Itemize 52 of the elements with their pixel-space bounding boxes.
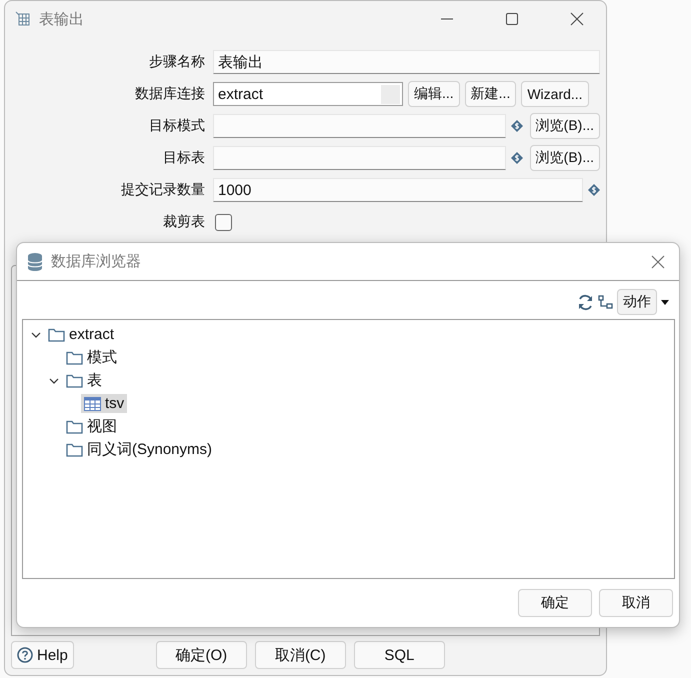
field-label: 提交记录数量 [120, 181, 205, 199]
table-icon [84, 396, 101, 410]
form-button[interactable]: 新建... [464, 81, 516, 107]
dialog-button[interactable]: 确定(O) [156, 641, 247, 669]
dialog-button[interactable]: SQL [354, 641, 445, 669]
tree-item[interactable]: extract [45, 325, 118, 344]
close-icon[interactable] [651, 254, 665, 268]
variable-icon [588, 184, 600, 196]
database-icon [27, 252, 43, 272]
dialog-button[interactable]: 取消 [599, 589, 673, 617]
chevron-icon[interactable] [49, 376, 59, 386]
dialog-button[interactable]: 取消(C) [254, 641, 346, 669]
close-icon[interactable] [570, 12, 584, 26]
input-field[interactable] [213, 146, 506, 170]
tree-item[interactable]: tsv [81, 394, 128, 413]
dialog-title: 数据库浏览器 [51, 252, 141, 271]
folder-icon [66, 350, 83, 364]
folder-icon [66, 420, 83, 434]
folder-icon [66, 442, 83, 456]
hierarchy-icon[interactable] [598, 294, 613, 310]
input-field[interactable]: 表输出 [213, 50, 600, 74]
help-icon [17, 647, 33, 663]
field-label: 目标模式 [148, 117, 205, 135]
field-label: 裁剪表 [162, 213, 205, 231]
tree-item[interactable]: 表 [63, 370, 105, 391]
field-label: 步骤名称 [148, 53, 205, 71]
folder-icon [48, 328, 65, 342]
input-field[interactable] [213, 114, 506, 138]
variable-icon [510, 120, 523, 132]
maximize-icon[interactable] [505, 12, 519, 26]
window-title: 表输出 [39, 10, 84, 28]
tree-item[interactable]: 同义词(Synonyms) [63, 439, 216, 460]
chevron-icon[interactable] [31, 330, 41, 340]
dialog-button[interactable]: 确定 [518, 589, 592, 617]
dropdown-field[interactable]: extract [213, 82, 403, 106]
variable-icon [510, 152, 523, 164]
refresh-icon[interactable] [577, 294, 594, 310]
checkbox[interactable] [215, 214, 232, 230]
input-field[interactable]: 1000 [213, 178, 583, 202]
field-label: 数据库连接 [134, 85, 205, 103]
action-menu-button[interactable]: 动作 [617, 289, 657, 315]
form-button[interactable]: Wizard... [521, 81, 589, 107]
form-button[interactable]: 编辑... [408, 81, 460, 107]
dropdown-arrow-icon[interactable] [661, 300, 669, 304]
table-icon [15, 11, 31, 27]
tree-item[interactable]: 模式 [63, 347, 120, 368]
tree-item[interactable]: 视图 [63, 416, 120, 437]
browse-button[interactable]: 浏览(B)... [530, 113, 600, 139]
field-label: 目标表 [162, 149, 205, 167]
help-button[interactable]: Help [11, 641, 74, 669]
browse-button[interactable]: 浏览(B)... [530, 145, 600, 171]
folder-icon [66, 374, 83, 388]
